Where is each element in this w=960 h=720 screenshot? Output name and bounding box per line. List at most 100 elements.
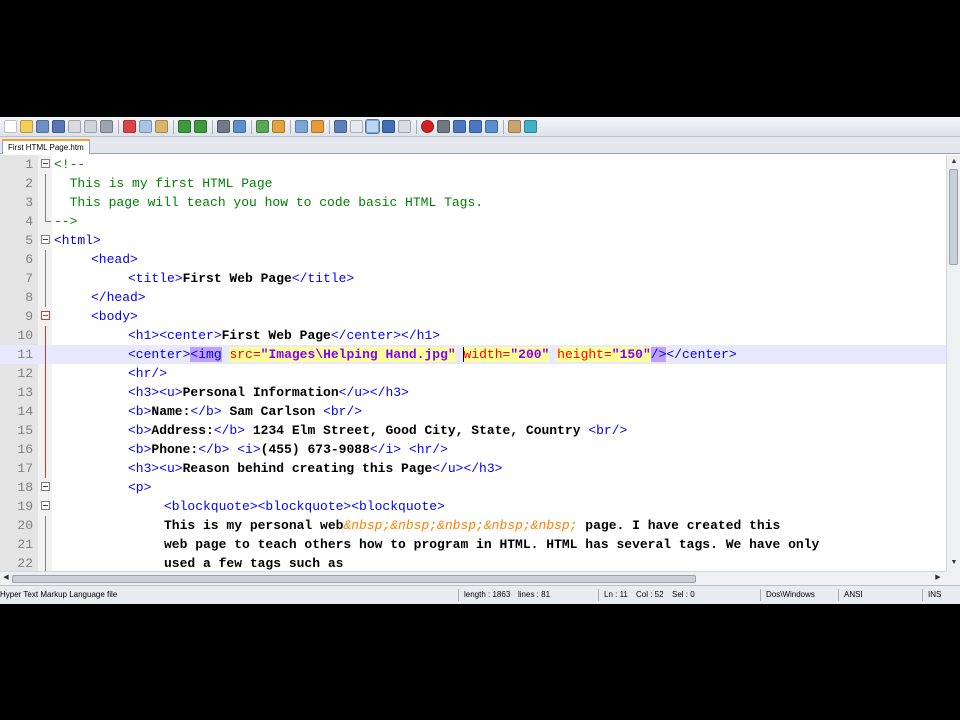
status-encoding[interactable]: ANSI (844, 586, 863, 604)
show-all-chars-icon[interactable] (350, 120, 363, 133)
html-tag: <b> (128, 423, 152, 438)
save-macro-icon[interactable] (485, 120, 498, 133)
status-separator (598, 589, 599, 601)
save-icon[interactable] (36, 120, 49, 133)
indent-guide-icon[interactable] (365, 119, 380, 134)
code-editor[interactable]: 1 <!-- 2 This is my first HTML Page 3 Th… (0, 155, 946, 571)
line-number: 14 (17, 404, 33, 419)
html-tag: <h3><u> (128, 461, 183, 476)
fold-line (45, 174, 46, 193)
replace-icon[interactable] (233, 120, 246, 133)
status-selection: Sel : 0 (672, 590, 695, 599)
attribute-name: height= (557, 347, 612, 362)
print-icon[interactable] (100, 120, 113, 133)
status-separator (838, 589, 839, 601)
tab-first-html-page[interactable]: First HTML Page.htm (2, 139, 90, 154)
play-macro-icon[interactable] (453, 120, 466, 133)
scroll-up-arrow-icon[interactable]: ▲ (949, 157, 959, 167)
line-number: 11 (17, 347, 33, 362)
paste-icon[interactable] (155, 120, 168, 133)
attribute-value: "150" (611, 347, 651, 362)
sync-vertical-icon[interactable] (295, 120, 308, 133)
code-line: 1 <!-- (0, 155, 946, 174)
fold-line (45, 554, 46, 571)
close-all-icon[interactable] (84, 120, 97, 133)
spellcheck-icon[interactable] (508, 120, 521, 133)
status-insert-mode[interactable]: INS (928, 586, 941, 604)
tag-text: Address: (151, 423, 214, 438)
fold-line (45, 516, 46, 535)
record-macro-icon[interactable] (421, 120, 434, 133)
fold-line (45, 421, 46, 440)
fold-line (45, 326, 46, 345)
code-line: 19 <blockquote><blockquote><blockquote> (0, 497, 946, 516)
find-icon[interactable] (217, 120, 230, 133)
sync-horizontal-icon[interactable] (311, 120, 324, 133)
cut-icon[interactable] (123, 120, 136, 133)
code-line: 6 <head> (0, 250, 946, 269)
new-file-icon[interactable] (4, 120, 17, 133)
undo-icon[interactable] (178, 120, 191, 133)
open-file-icon[interactable] (20, 120, 33, 133)
scroll-left-arrow-icon[interactable]: ◀ (1, 573, 11, 583)
line-number: 20 (17, 518, 33, 533)
code-line: 4 --> (0, 212, 946, 231)
vertical-scrollbar[interactable]: ▲ ▼ (946, 155, 960, 571)
line-number: 10 (17, 328, 33, 343)
zoom-out-icon[interactable] (272, 120, 285, 133)
line-number: 4 (25, 214, 33, 229)
redo-icon[interactable] (194, 120, 207, 133)
code-line: 16 <b>Phone:</b> <i>(455) 673-9088</i> <… (0, 440, 946, 459)
tag-text: Personal Information (182, 385, 339, 400)
line-number: 21 (17, 537, 33, 552)
fold-collapse-icon[interactable] (41, 482, 50, 491)
word-wrap-icon[interactable] (334, 120, 347, 133)
scroll-down-arrow-icon[interactable]: ▼ (949, 558, 959, 568)
run-macro-multiple-icon[interactable] (469, 120, 482, 133)
html-entity: &nbsp;&nbsp;&nbsp;&nbsp;&nbsp; (343, 518, 578, 533)
html-tag: </u></h3> (432, 461, 503, 476)
tag-text: used a few tags such as (164, 556, 344, 571)
html-tag-highlighted: /> (650, 347, 667, 362)
fold-collapse-icon[interactable] (41, 159, 50, 168)
line-number: 15 (17, 423, 33, 438)
code-line: 2 This is my first HTML Page (0, 174, 946, 193)
status-separator (760, 589, 761, 601)
zoom-in-icon[interactable] (256, 120, 269, 133)
line-number: 18 (17, 480, 33, 495)
html-tag: <title> (128, 271, 183, 286)
copy-icon[interactable] (139, 120, 152, 133)
function-list-icon[interactable] (524, 120, 537, 133)
tag-text: Name: (151, 404, 191, 419)
code-line: 14 <b>Name:</b> Sam Carlson <br/> (0, 402, 946, 421)
toolbar-separator (503, 119, 504, 134)
save-all-icon[interactable] (52, 120, 65, 133)
fold-collapse-icon[interactable] (41, 235, 50, 244)
horizontal-scroll-thumb[interactable] (12, 575, 696, 583)
user-language-icon[interactable] (382, 120, 395, 133)
scroll-right-arrow-icon[interactable]: ▶ (933, 573, 943, 583)
stop-macro-icon[interactable] (437, 120, 450, 133)
code-line: 8 </head> (0, 288, 946, 307)
fold-end (45, 212, 51, 222)
status-separator (922, 589, 923, 601)
fold-line (45, 345, 46, 364)
vertical-scroll-thumb[interactable] (949, 169, 958, 265)
comment-text: This is my first HTML Page (54, 176, 273, 191)
tag-text: Phone: (151, 442, 199, 457)
html-tag: <b> (128, 442, 152, 457)
toolbar-separator (118, 119, 119, 134)
fold-collapse-icon[interactable] (41, 311, 50, 320)
html-tag: </b> (190, 404, 222, 419)
status-eol-format[interactable]: Dos\Windows (766, 586, 815, 604)
code-line: 3 This page will teach you how to code b… (0, 193, 946, 212)
fold-line (45, 288, 46, 307)
fold-collapse-icon[interactable] (41, 501, 50, 510)
horizontal-scrollbar[interactable]: ◀ ▶ (0, 571, 946, 585)
html-tag: <p> (128, 480, 152, 495)
close-icon[interactable] (68, 120, 81, 133)
html-tag: </b> (198, 442, 230, 457)
line-number: 19 (17, 499, 33, 514)
code-line: 18 <p> (0, 478, 946, 497)
doc-map-icon[interactable] (398, 120, 411, 133)
